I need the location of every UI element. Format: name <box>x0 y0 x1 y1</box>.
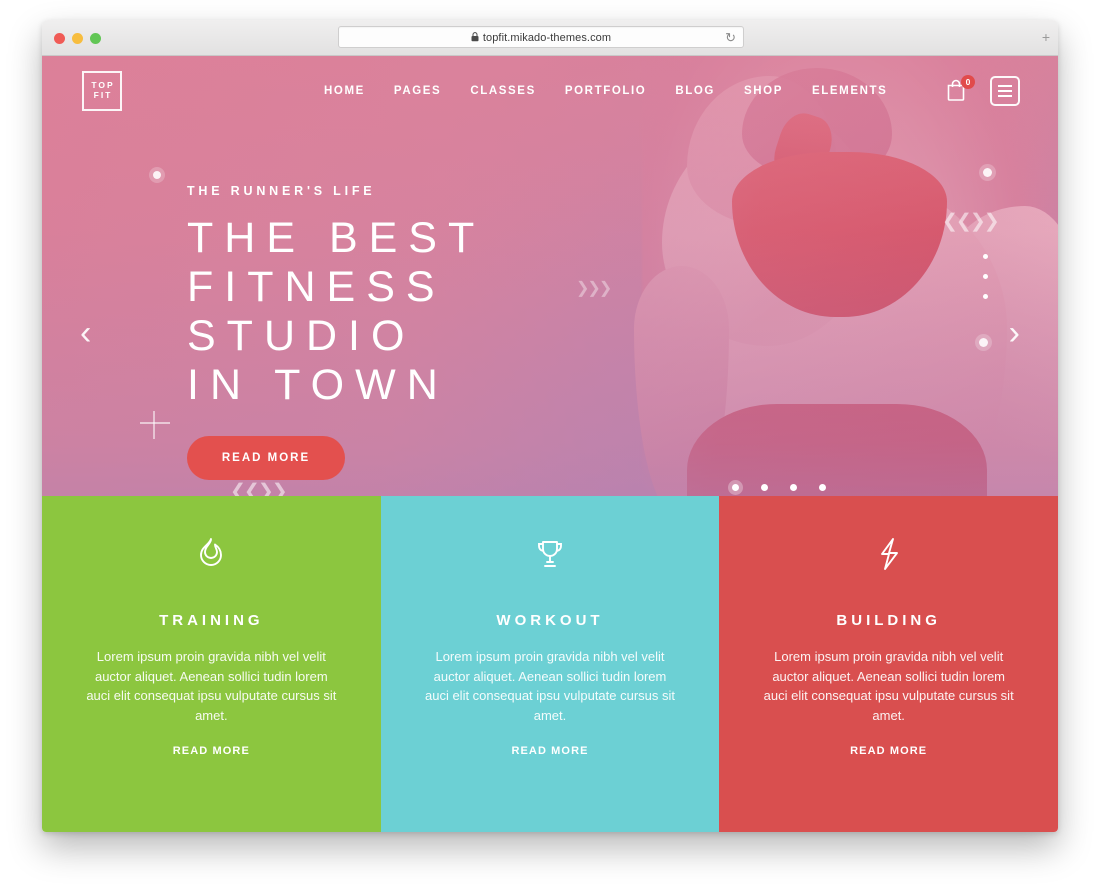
lock-icon <box>471 31 479 45</box>
feature-card-training[interactable]: TRAINING Lorem ipsum proin gravida nibh … <box>42 496 381 832</box>
feature-title: BUILDING <box>836 612 941 629</box>
slider-next-arrow-icon[interactable]: › <box>1009 316 1020 350</box>
hamburger-menu-icon[interactable] <box>990 76 1020 106</box>
chevron-decoration-mid-icon: ❯❯❯ <box>576 280 612 297</box>
chevron-decoration-bottom-icon: ❮❮❯❯ <box>230 481 288 496</box>
minimize-window-button[interactable] <box>72 33 83 44</box>
feature-description: Lorem ipsum proin gravida nibh vel velit… <box>86 649 337 723</box>
deco-dot <box>983 274 988 279</box>
header-actions: 0 <box>946 75 1020 106</box>
url-text-wrap: topfit.mikado-themes.com <box>471 31 611 44</box>
hero-slider: TOP FIT HOME PAGES CLASSES PORTFOLIO BLO… <box>42 56 1058 496</box>
hero-content: THE RUNNER'S LIFE THE BEST FITNESS STUDI… <box>187 184 485 480</box>
site-header: TOP FIT HOME PAGES CLASSES PORTFOLIO BLO… <box>42 56 1058 126</box>
hero-title: THE BEST FITNESS STUDIO IN TOWN <box>187 214 486 409</box>
deco-ring-dot-mid-right <box>979 338 988 347</box>
cart-button[interactable]: 0 <box>946 75 975 105</box>
deco-dot <box>983 254 988 259</box>
address-bar[interactable]: topfit.mikado-themes.com ↻ <box>338 26 744 48</box>
main-navigation: HOME PAGES CLASSES PORTFOLIO BLOG SHOP E… <box>324 85 887 97</box>
url-text: topfit.mikado-themes.com <box>482 31 612 44</box>
feature-read-more-link[interactable]: READ MORE <box>173 745 250 757</box>
feature-read-more-link[interactable]: READ MORE <box>511 745 588 757</box>
site-logo[interactable]: TOP FIT <box>82 71 122 111</box>
slider-dot-1[interactable] <box>732 484 739 491</box>
nav-item-pages[interactable]: PAGES <box>394 85 441 97</box>
slider-dot-2[interactable] <box>761 484 768 491</box>
feature-description: Lorem ipsum proin gravida nibh vel velit… <box>424 649 676 723</box>
nav-item-classes[interactable]: CLASSES <box>470 85 536 97</box>
burger-line-3 <box>998 95 1012 97</box>
slider-dot-3[interactable] <box>790 484 797 491</box>
browser-window: topfit.mikado-themes.com ↻ + TOP FIT HOM… <box>42 20 1058 832</box>
shopping-bag-icon <box>946 79 966 105</box>
nav-item-portfolio[interactable]: PORTFOLIO <box>565 85 646 97</box>
chevron-decoration-right-icon: ❮❮❯❯ <box>942 211 1000 232</box>
logo-line-bottom: FIT <box>93 90 113 100</box>
vertical-dots-decoration <box>983 254 988 299</box>
slider-prev-arrow-icon[interactable]: ‹ <box>80 316 91 350</box>
cart-count-badge: 0 <box>961 75 975 89</box>
window-traffic-lights <box>54 33 101 44</box>
feature-read-more-link[interactable]: READ MORE <box>850 745 927 757</box>
nav-item-shop[interactable]: SHOP <box>744 85 783 97</box>
close-window-button[interactable] <box>54 33 65 44</box>
slider-pagination <box>732 484 826 491</box>
hero-subtitle: THE RUNNER'S LIFE <box>187 184 376 198</box>
feature-title: TRAINING <box>159 612 264 629</box>
flame-icon <box>196 532 226 576</box>
deco-ring-dot-top-left <box>153 171 161 179</box>
zoom-window-button[interactable] <box>90 33 101 44</box>
reload-icon[interactable]: ↻ <box>725 31 736 45</box>
feature-description: Lorem ipsum proin gravida nibh vel velit… <box>763 649 1014 723</box>
feature-title: WORKOUT <box>496 612 604 629</box>
crosshair-decoration-icon <box>140 411 178 449</box>
lightning-bolt-icon <box>876 532 902 576</box>
deco-dot <box>983 294 988 299</box>
feature-cards: TRAINING Lorem ipsum proin gravida nibh … <box>42 496 1058 832</box>
nav-item-blog[interactable]: BLOG <box>675 85 715 97</box>
page-viewport: TOP FIT HOME PAGES CLASSES PORTFOLIO BLO… <box>42 56 1058 832</box>
trophy-icon <box>534 532 566 576</box>
feature-card-building[interactable]: BUILDING Lorem ipsum proin gravida nibh … <box>719 496 1058 832</box>
hero-read-more-button[interactable]: READ MORE <box>187 436 345 480</box>
new-tab-button[interactable]: + <box>1042 30 1050 44</box>
deco-ring-dot-top-right <box>983 168 992 177</box>
nav-item-elements[interactable]: ELEMENTS <box>812 85 887 97</box>
nav-item-home[interactable]: HOME <box>324 85 365 97</box>
feature-card-workout[interactable]: WORKOUT Lorem ipsum proin gravida nibh v… <box>380 496 720 832</box>
burger-line-2 <box>998 90 1012 92</box>
slider-dot-4[interactable] <box>819 484 826 491</box>
browser-chrome: topfit.mikado-themes.com ↻ + <box>42 20 1058 56</box>
burger-line-1 <box>998 85 1012 87</box>
